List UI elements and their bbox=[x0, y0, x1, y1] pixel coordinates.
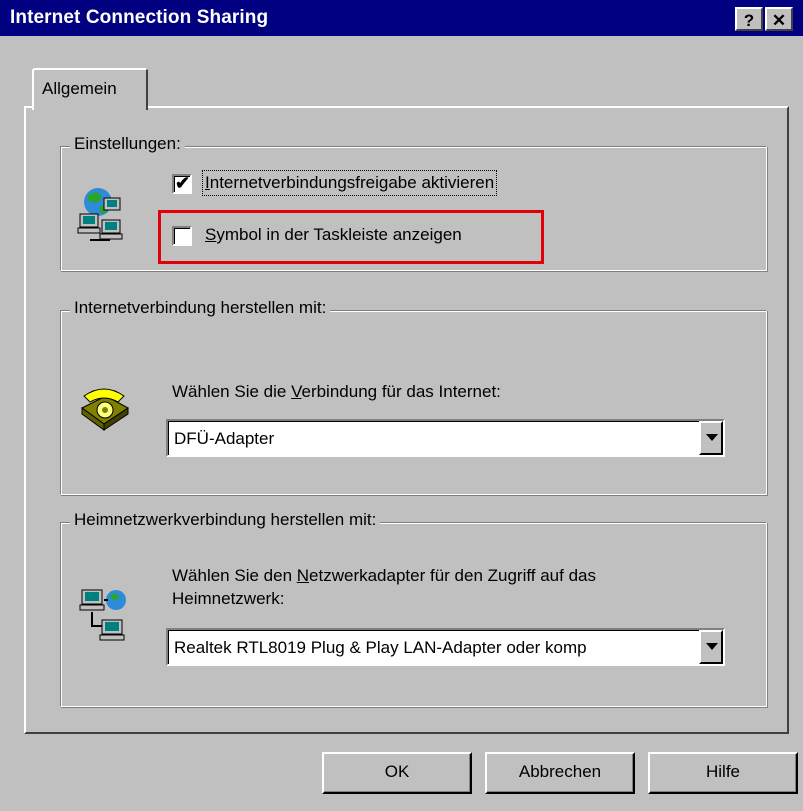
cancel-button[interactable]: Abbrechen bbox=[485, 752, 635, 794]
network-adapter-value: Realtek RTL8019 Plug & Play LAN-Adapter … bbox=[174, 638, 587, 657]
internet-legend: Internetverbindung herstellen mit: bbox=[70, 298, 331, 318]
show-taskbar-icon-checkbox[interactable] bbox=[172, 226, 192, 246]
network-sharing-icon bbox=[76, 184, 126, 244]
window-title: Internet Connection Sharing bbox=[10, 7, 269, 28]
adapter-dropdown-button[interactable] bbox=[699, 630, 723, 664]
network-adapter-icon bbox=[78, 588, 128, 644]
internet-group bbox=[60, 310, 767, 495]
internet-prompt: Wählen Sie die Verbindung für das Intern… bbox=[172, 382, 501, 401]
close-button[interactable]: ✕ bbox=[765, 7, 793, 31]
home-network-group bbox=[60, 522, 767, 707]
show-taskbar-icon-label[interactable]: Symbol in der Taskleiste anzeigen bbox=[205, 225, 462, 245]
chevron-down-icon bbox=[706, 643, 718, 650]
internet-connection-value: DFÜ-Adapter bbox=[174, 429, 275, 448]
internet-connection-select[interactable]: DFÜ-Adapter bbox=[166, 419, 725, 457]
ok-button[interactable]: OK bbox=[322, 752, 472, 794]
internet-dropdown-button[interactable] bbox=[699, 421, 723, 455]
help-title-button[interactable]: ? bbox=[735, 7, 763, 31]
network-adapter-select[interactable]: Realtek RTL8019 Plug & Play LAN-Adapter … bbox=[166, 628, 725, 666]
settings-legend: Einstellungen: bbox=[70, 134, 185, 154]
home-network-legend: Heimnetzwerkverbindung herstellen mit: bbox=[70, 510, 381, 530]
phone-icon bbox=[76, 378, 132, 434]
enable-sharing-checkbox[interactable]: ✔ bbox=[172, 173, 192, 194]
help-button[interactable]: Hilfe bbox=[648, 752, 798, 794]
checkmark-icon: ✔ bbox=[175, 173, 191, 193]
enable-sharing-label[interactable]: Internetverbindungsfreigabe aktivieren bbox=[201, 170, 498, 196]
tab-label: Allgemein bbox=[42, 79, 117, 98]
title-bar[interactable]: Internet Connection Sharing ? ✕ bbox=[0, 0, 803, 36]
chevron-down-icon bbox=[706, 434, 718, 441]
home-network-prompt: Wählen Sie den Netzwerkadapter für den Z… bbox=[172, 566, 596, 585]
home-network-prompt-line2: Heimnetzwerk: bbox=[172, 589, 285, 608]
tab-allgemein[interactable]: Allgemein bbox=[32, 68, 148, 110]
